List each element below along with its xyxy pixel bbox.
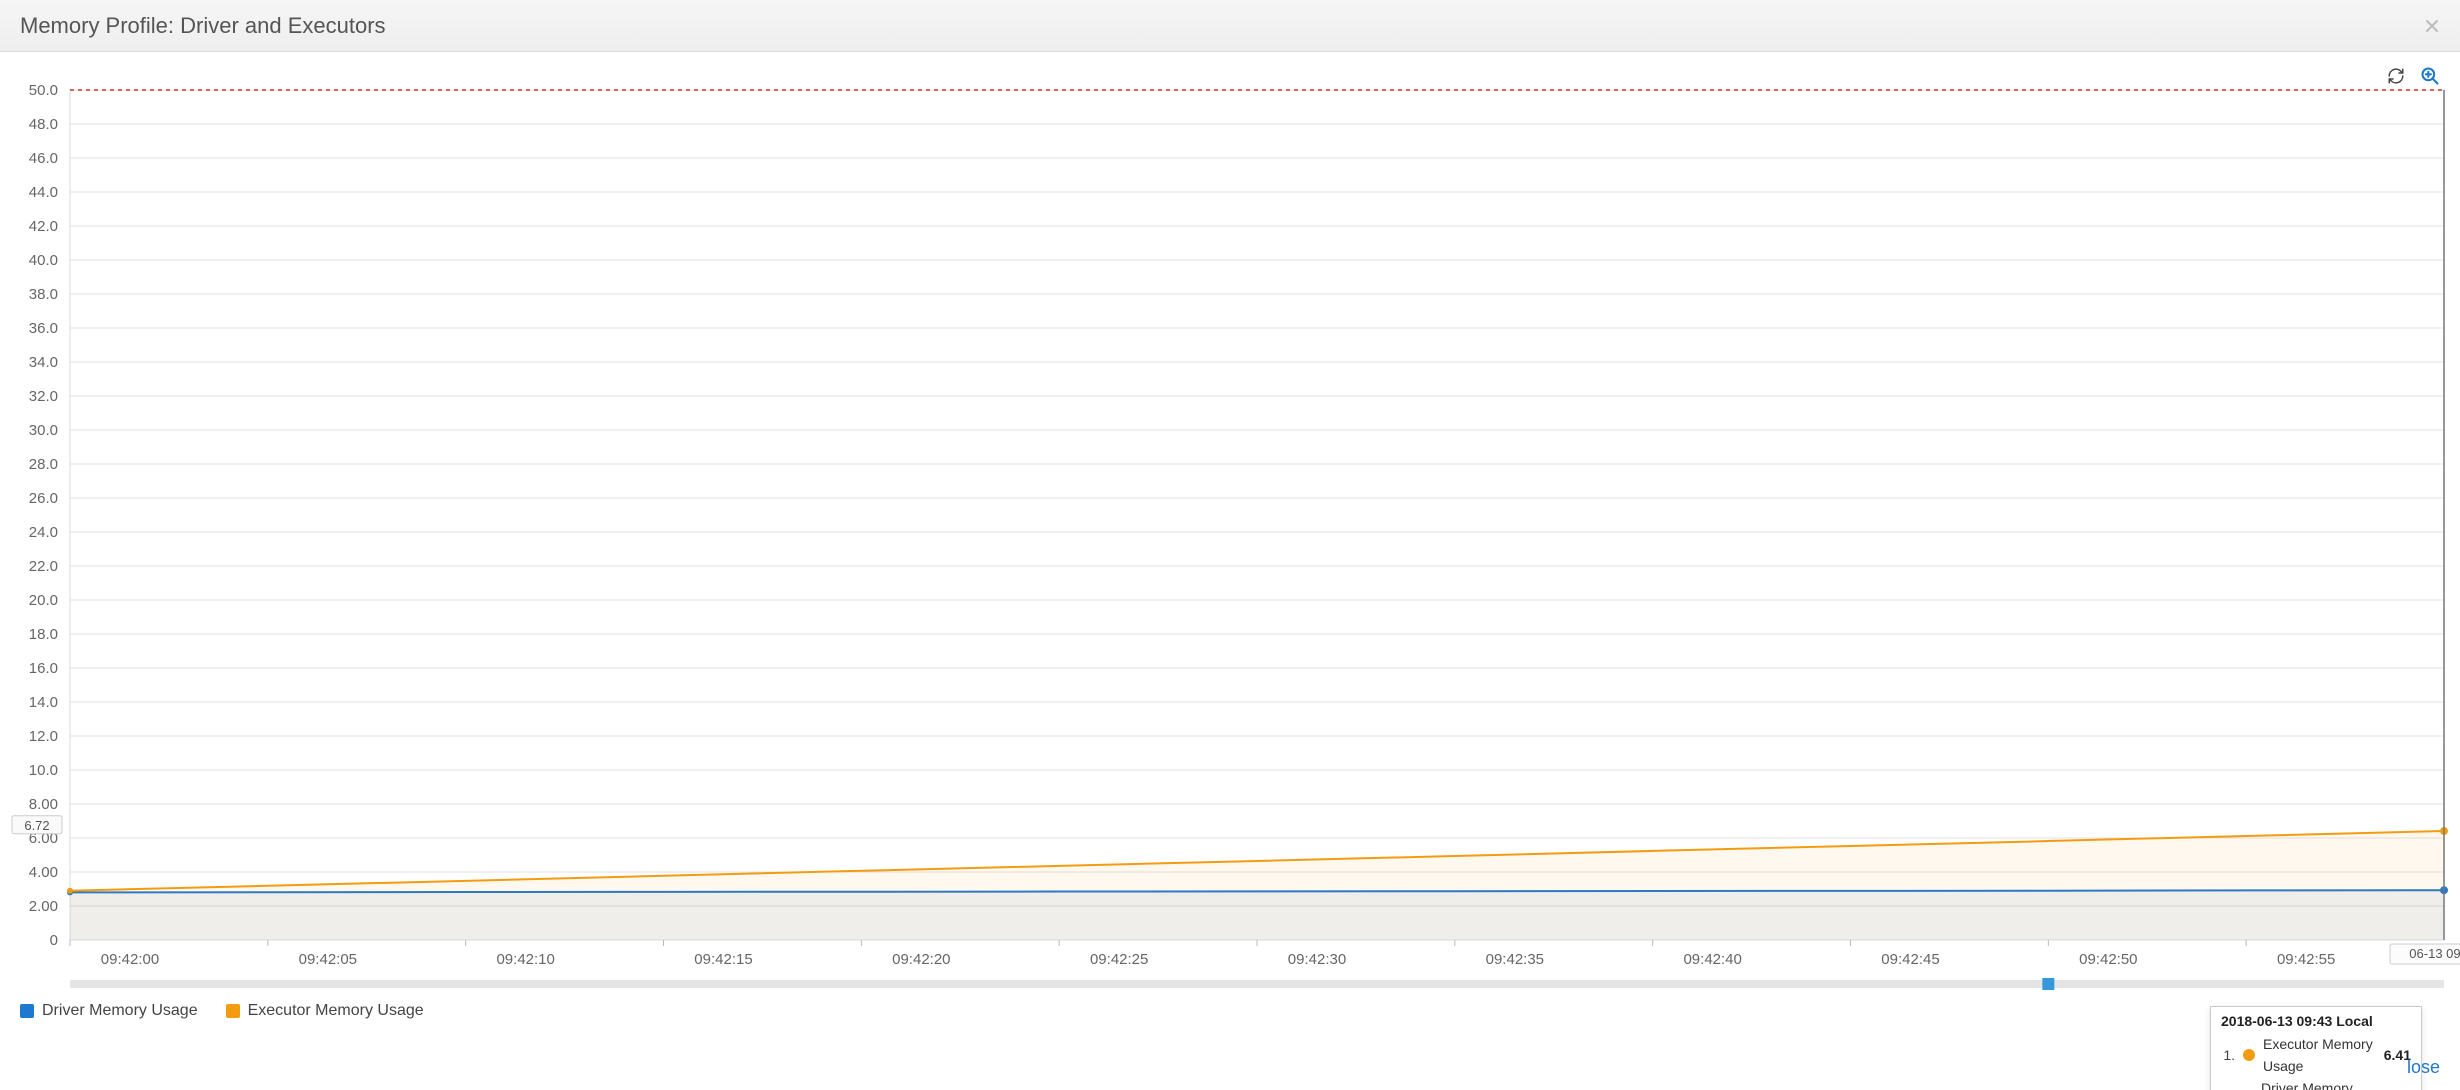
legend-swatch — [20, 1004, 34, 1018]
close-button[interactable]: lose — [2407, 1057, 2440, 1077]
panel-title: Memory Profile: Driver and Executors — [20, 13, 386, 39]
y-tick-label: 40.0 — [29, 252, 58, 269]
y-tick-label: 12.0 — [29, 728, 58, 745]
chart-tooltip: 2018-06-13 09:43 Local 1.Executor Memory… — [2210, 1006, 2422, 1090]
tooltip-row: 2.Driver Memory Usage2.93 — [2221, 1077, 2411, 1090]
scrubber-handle[interactable] — [2042, 978, 2054, 990]
y-tick-label: 8.00 — [29, 796, 58, 813]
time-scrubber[interactable] — [70, 980, 2444, 988]
legend-label: Executor Memory Usage — [248, 1002, 424, 1020]
y-tick-label: 4.00 — [29, 864, 58, 881]
legend-item[interactable]: Executor Memory Usage — [226, 1002, 424, 1020]
y-tick-label: 26.0 — [29, 490, 58, 507]
x-tick-label: 09:42:30 — [1288, 951, 1346, 968]
y-tick-label: 2.00 — [29, 898, 58, 915]
x-tick-label: 09:42:05 — [299, 951, 357, 968]
tooltip-title: 2018-06-13 09:43 Local — [2221, 1013, 2411, 1029]
y-tick-label: 36.0 — [29, 320, 58, 337]
y-tick-label: 18.0 — [29, 626, 58, 643]
chart[interactable]: 02.004.006.008.0010.012.014.016.018.020.… — [0, 70, 2460, 1030]
y-tick-label: 34.0 — [29, 354, 58, 371]
x-tick-label: 09:42:40 — [1683, 951, 1741, 968]
legend-swatch — [226, 1004, 240, 1018]
x-tick-label: 09:42:15 — [694, 951, 752, 968]
panel-header: Memory Profile: Driver and Executors — [0, 0, 2460, 52]
y-tick-label: 28.0 — [29, 456, 58, 473]
chart-legend: Driver Memory Usage Executor Memory Usage — [20, 1002, 424, 1020]
footer-buttons: lose — [2407, 1057, 2440, 1078]
y-tick-label: 50.0 — [29, 82, 58, 99]
y-tick-label: 24.0 — [29, 524, 58, 541]
y-tick-label: 44.0 — [29, 184, 58, 201]
y-tick-label: 48.0 — [29, 116, 58, 133]
x-tick-label: 09:42:00 — [101, 951, 159, 968]
legend-label: Driver Memory Usage — [42, 1002, 198, 1020]
legend-item[interactable]: Driver Memory Usage — [20, 1002, 198, 1020]
tooltip-marker-icon — [2243, 1049, 2255, 1061]
y-tick-label: 30.0 — [29, 422, 58, 439]
y-tick-label: 38.0 — [29, 286, 58, 303]
y-tick-label: 32.0 — [29, 388, 58, 405]
tooltip-row: 1.Executor Memory Usage6.41 — [2221, 1033, 2411, 1077]
y-tick-label: 46.0 — [29, 150, 58, 167]
x-tick-label: 09:42:20 — [892, 951, 950, 968]
y-tick-label: 22.0 — [29, 558, 58, 575]
y-tick-label: 14.0 — [29, 694, 58, 711]
x-tick-label: 09:42:10 — [496, 951, 554, 968]
y-tick-label: 0 — [50, 932, 58, 949]
x-tick-label: 09:42:35 — [1486, 951, 1544, 968]
y-tick-label: 42.0 — [29, 218, 58, 235]
x-tick-label: 09:42:55 — [2277, 951, 2335, 968]
y-value-chip: 6.72 — [24, 818, 49, 833]
x-tick-label: 09:42:50 — [2079, 951, 2137, 968]
y-tick-label: 10.0 — [29, 762, 58, 779]
date-chip: 06-13 09:43 — [2409, 946, 2460, 961]
x-tick-label: 09:42:25 — [1090, 951, 1148, 968]
y-tick-label: 20.0 — [29, 592, 58, 609]
y-tick-label: 16.0 — [29, 660, 58, 677]
close-icon[interactable] — [2422, 16, 2442, 36]
x-tick-label: 09:42:45 — [1881, 951, 1939, 968]
